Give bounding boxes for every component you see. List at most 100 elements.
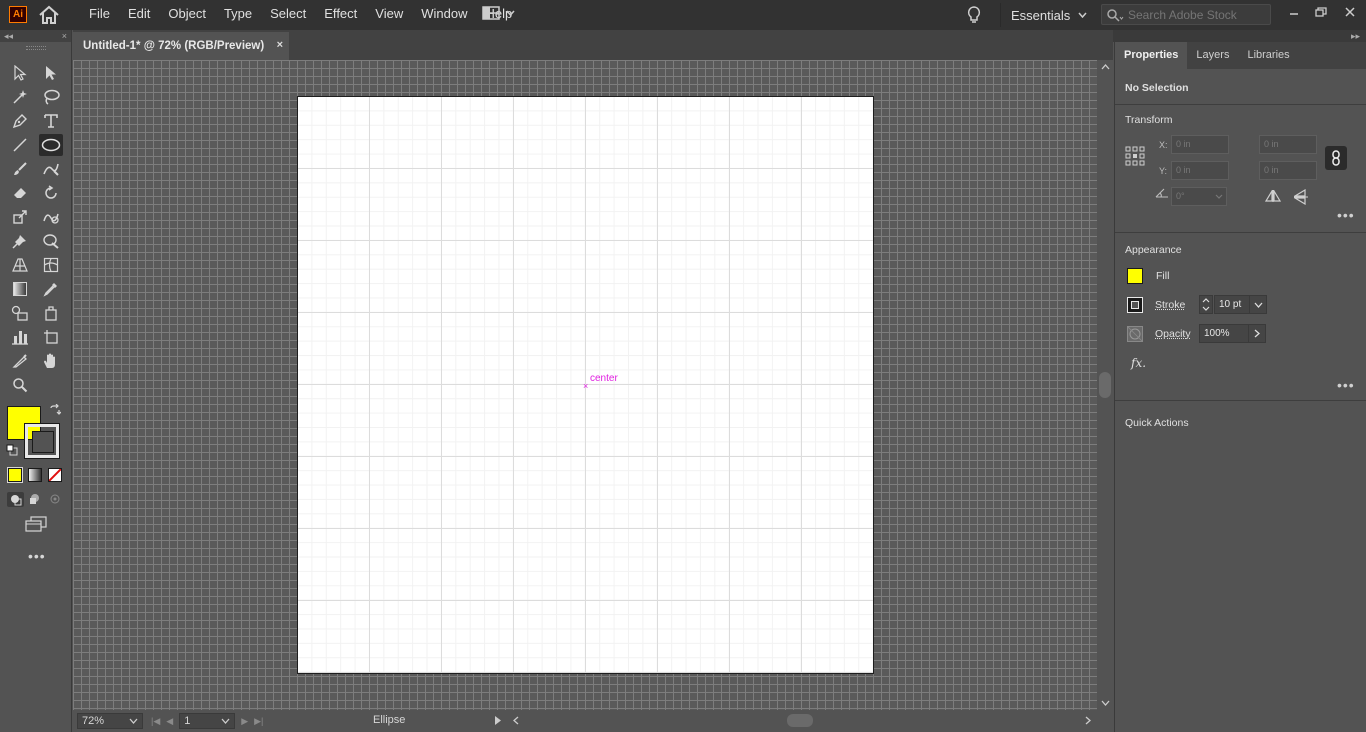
edit-toolbar-button[interactable]: ••• [28,548,46,564]
menu-view[interactable]: View [366,0,412,30]
panel-grip[interactable] [26,46,46,50]
x-field[interactable]: 0 in [1171,135,1229,154]
previous-artboard-icon[interactable]: ◀ [166,716,173,727]
appearance-more-options[interactable]: ••• [1337,377,1355,393]
constrain-proportions-button[interactable] [1325,146,1347,170]
stroke-weight-dropdown[interactable] [1249,295,1267,314]
vertical-scroll-thumb[interactable] [1099,372,1111,398]
free-transform-tool[interactable] [39,230,63,252]
rotate-angle-field[interactable]: 0° [1171,187,1227,206]
scroll-left-icon[interactable] [513,716,519,725]
line-segment-tool[interactable] [8,134,32,156]
status-menu-arrow-icon[interactable] [495,716,501,725]
y-field[interactable]: 0 in [1171,161,1229,180]
tab-properties[interactable]: Properties [1115,42,1187,69]
scroll-down-icon[interactable] [1101,700,1110,706]
flip-horizontal-icon[interactable] [1265,190,1281,202]
first-artboard-icon[interactable]: |◀ [151,716,160,727]
artboard[interactable]: × center [297,96,874,674]
rotate-tool[interactable] [39,182,63,204]
zoom-tool[interactable] [8,374,32,396]
w-field[interactable]: 0 in [1259,135,1317,154]
stroke-weight-field[interactable]: 10 pt [1214,295,1250,314]
scroll-up-icon[interactable] [1101,64,1110,70]
mesh-tool[interactable] [39,254,63,276]
close-tab-icon[interactable]: × [277,39,283,51]
type-tool[interactable] [39,110,63,132]
transform-more-options[interactable]: ••• [1337,207,1355,223]
hand-tool[interactable] [39,350,63,372]
opacity-label[interactable]: Opacity [1155,328,1191,340]
flip-vertical-icon[interactable] [1294,189,1308,205]
canvas-area[interactable]: × center [73,60,1097,710]
next-artboard-icon[interactable]: ▶ [241,716,248,727]
live-paint-tool[interactable] [39,302,63,324]
perspective-grid-tool[interactable] [8,254,32,276]
opacity-field[interactable]: 100% [1199,324,1249,343]
tab-layers[interactable]: Layers [1187,42,1238,69]
menu-edit[interactable]: Edit [119,0,159,30]
arrange-documents-button[interactable] [482,6,515,20]
close-window-button[interactable] [1336,0,1364,24]
artboard-number-field[interactable]: 1 [179,713,235,729]
stock-search-input[interactable] [1128,8,1268,22]
eyedropper-tool[interactable] [39,278,63,300]
menu-window[interactable]: Window [412,0,476,30]
gradient-tool[interactable] [8,278,32,300]
home-icon[interactable] [38,5,60,25]
paintbrush-tool[interactable] [8,158,32,180]
none-mode-button[interactable] [48,468,62,482]
lightbulb-icon[interactable] [966,5,982,25]
menu-effect[interactable]: Effect [315,0,366,30]
tab-libraries[interactable]: Libraries [1238,42,1298,69]
shaper-tool[interactable] [39,158,63,180]
warp-tool[interactable] [39,206,63,228]
zoom-level-field[interactable]: 72% [77,713,143,729]
eraser-tool[interactable] [8,182,32,204]
puppet-warp-tool[interactable] [8,230,32,252]
opacity-slider-button[interactable] [1248,324,1266,343]
direct-selection-tool[interactable] [39,62,63,84]
draw-behind-button[interactable] [28,492,42,506]
default-fill-stroke-icon[interactable] [6,444,18,456]
last-artboard-icon[interactable]: ▶| [254,716,263,727]
artboard-tool[interactable] [39,326,63,348]
slice-tool[interactable] [8,350,32,372]
scale-tool[interactable] [8,206,32,228]
pen-tool[interactable] [8,110,32,132]
draw-inside-button[interactable] [48,492,62,506]
horizontal-scroll-thumb[interactable] [787,714,813,727]
vertical-scrollbar[interactable] [1097,60,1113,710]
close-panel-icon[interactable]: × [62,30,67,42]
expand-panels-icon[interactable]: ▸▸ [1351,31,1360,41]
reference-point-icon[interactable] [1125,146,1145,166]
tools-collapse-bar[interactable]: ◂◂ × [0,30,71,42]
blend-tool[interactable] [8,302,32,324]
stroke-color-swatch[interactable] [25,424,59,458]
menu-type[interactable]: Type [215,0,261,30]
h-field[interactable]: 0 in [1259,161,1317,180]
stroke-weight-stepper[interactable] [1199,295,1213,314]
restore-button[interactable] [1307,0,1335,24]
collapse-left-icon[interactable]: ◂◂ [4,30,13,42]
swap-fill-stroke-icon[interactable] [49,404,61,416]
menu-select[interactable]: Select [261,0,315,30]
document-tab[interactable]: Untitled-1* @ 72% (RGB/Preview) × [73,32,289,60]
fx-effects-button[interactable]: fx. [1131,356,1146,370]
scroll-right-icon[interactable] [1085,716,1091,725]
change-screen-mode-button[interactable] [25,516,47,532]
lasso-tool[interactable] [39,86,63,108]
draw-normal-button[interactable] [7,492,24,507]
gradient-mode-button[interactable] [28,468,42,482]
workspace-switcher[interactable]: Essentials [1000,3,1088,27]
ellipse-tool[interactable] [39,134,63,156]
panel-collapse-bar[interactable]: ▸▸ [1113,30,1366,42]
menu-file[interactable]: File [80,0,119,30]
stroke-label[interactable]: Stroke [1155,299,1185,311]
stroke-swatch[interactable] [1127,297,1143,313]
color-mode-button[interactable] [8,468,22,482]
horizontal-scrollbar[interactable] [513,714,1093,728]
minimize-button[interactable] [1280,0,1308,24]
fill-swatch[interactable] [1127,268,1143,284]
column-graph-tool[interactable] [8,326,32,348]
